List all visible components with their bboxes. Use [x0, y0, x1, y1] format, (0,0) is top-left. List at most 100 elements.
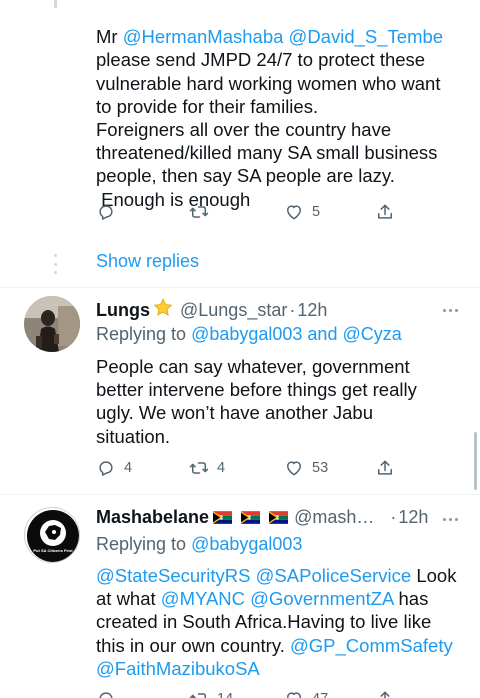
tweet-line: Mr @HermanMashaba @David_S_Tembe — [96, 25, 466, 48]
handle[interactable]: @Lungs_star — [180, 300, 287, 321]
text-span: has — [393, 588, 429, 610]
avatar[interactable]: Put SA Citizens First — [24, 507, 80, 563]
tweet-2-actions: 4 4 53 — [96, 457, 396, 479]
retweet-icon — [189, 693, 206, 698]
retweet-button[interactable]: 14 — [189, 688, 233, 698]
more-icon[interactable] — [443, 309, 458, 312]
scrollbar[interactable] — [474, 432, 477, 490]
separator-dot: · — [390, 507, 397, 527]
like-icon — [287, 461, 301, 476]
mention-link[interactable]: @SAPoliceService — [256, 565, 412, 586]
share-icon — [378, 204, 392, 219]
tweet-2-header: Lungs @Lungs_star · 12h — [96, 297, 327, 323]
thread-connector-line — [54, 0, 57, 8]
retweet-count: 14 — [217, 691, 233, 698]
like-button[interactable]: 53 — [284, 457, 328, 479]
divider — [0, 287, 480, 288]
mention-link[interactable]: @GP_CommSafety — [290, 635, 453, 656]
replying-to-users[interactable]: @babygal003 and @Cyza — [191, 324, 402, 344]
text-span: Foreigners all over the country have — [96, 119, 392, 141]
reply-button[interactable] — [96, 201, 124, 223]
show-replies-link[interactable]: Show replies — [96, 251, 199, 272]
share-button[interactable] — [375, 457, 403, 479]
tweet-line: better intervene before things get reall… — [96, 379, 417, 401]
share-icon — [380, 691, 390, 698]
replying-to-users[interactable]: @babygal003 — [191, 534, 302, 554]
like-button[interactable]: 47 — [284, 688, 328, 698]
reply-icon — [99, 461, 113, 476]
text-span: at what — [96, 588, 161, 610]
like-count: 47 — [312, 691, 328, 698]
text-span: Look — [411, 565, 457, 586]
timestamp[interactable]: 12h — [297, 300, 327, 321]
text-span: people, then say SA people are lazy. — [96, 165, 395, 187]
south-africa-flag — [209, 507, 289, 528]
avatar[interactable] — [24, 296, 80, 352]
share-button[interactable] — [375, 201, 403, 223]
tweet-line: at what @MYANC @GovernmentZA has — [96, 587, 471, 610]
share-button[interactable] — [375, 688, 403, 698]
put-sa-citizens-first-logo — [27, 510, 79, 562]
share-icon — [378, 460, 392, 475]
timestamp[interactable]: 12h — [398, 507, 428, 528]
like-icon — [287, 692, 301, 698]
like-button[interactable]: 5 — [284, 201, 320, 223]
mention-link[interactable]: @MYANC — [161, 588, 245, 609]
lungs-avatar-image — [24, 296, 80, 352]
like-count: 5 — [312, 204, 321, 220]
display-name[interactable]: Lungs — [96, 300, 150, 321]
thread-dots — [52, 254, 58, 274]
tweet-line: ugly. We won’t have another Jabu — [96, 402, 373, 424]
tweet-line: people, then say SA people are lazy. — [96, 164, 466, 187]
separator-dot: · — [289, 299, 296, 320]
tweet-line: this in our own country. @GP_CommSafety — [96, 634, 471, 657]
tweet-line: threatened/killed many SA small business — [96, 141, 466, 164]
text-span: vulnerable hard working women who want — [96, 72, 441, 94]
text-span: created in South Africa.Having to live l… — [96, 611, 432, 633]
tweet-line: situation. — [96, 425, 171, 447]
mention-link[interactable]: @FaithMazibukoSA — [96, 658, 260, 679]
divider — [0, 494, 480, 495]
tweet-3-actions: 14 47 — [96, 688, 396, 698]
tweet-line: @StateSecurityRS @SAPoliceService Look — [96, 564, 471, 587]
tweet-3-text: @StateSecurityRS @SAPoliceService Look at… — [96, 564, 471, 680]
mention-link[interactable]: @HermanMashaba — [123, 26, 284, 47]
tweet-line: @FaithMazibukoSA — [96, 657, 471, 680]
star-emoji — [152, 297, 174, 323]
mention-link[interactable]: @David_S_Tembe — [289, 26, 444, 47]
tweet-1-actions: 5 — [96, 201, 396, 223]
retweet-count: 4 — [217, 460, 226, 476]
retweet-button[interactable] — [189, 201, 217, 223]
replying-to-prefix: Replying to — [96, 324, 192, 344]
tweet-line: vulnerable hard working women who want — [96, 72, 466, 95]
retweet-button[interactable]: 4 — [189, 457, 225, 479]
replying-to-prefix: Replying to — [96, 534, 192, 554]
retweet-icon — [189, 462, 209, 474]
reply-icon — [99, 205, 113, 220]
reply-button[interactable]: 4 — [96, 457, 132, 479]
tweet-line: People can say whatever, government — [96, 356, 410, 377]
text-span: threatened/killed many SA small business — [96, 142, 438, 164]
reply-icon — [99, 692, 113, 698]
reply-button[interactable] — [96, 688, 124, 698]
text-span: please send JMPD 24/7 to protect these — [96, 49, 426, 71]
tweet-3-header: Mashabelane @mash… · 12h — [96, 507, 428, 528]
text-span: Mr — [96, 26, 123, 48]
mention-link[interactable]: @GovernmentZA — [250, 588, 393, 609]
tweet-line: please send JMPD 24/7 to protect these — [96, 48, 466, 71]
tweet-line: Foreigners all over the country have — [96, 118, 466, 141]
tweet-1-text: Mr @HermanMashaba @David_S_Tembe please s… — [96, 2, 466, 234]
like-count: 53 — [312, 460, 329, 476]
replying-to: Replying to @babygal003 — [96, 534, 302, 555]
text-span: this in our own country. — [96, 634, 290, 656]
reply-count: 4 — [124, 460, 133, 476]
retweet-icon — [189, 206, 209, 218]
tweet-2-text: People can say whatever, government bett… — [96, 355, 466, 448]
mention-link[interactable]: @StateSecurityRS — [96, 565, 251, 586]
tweet-line: created in South Africa.Having to live l… — [96, 610, 471, 633]
handle[interactable]: @mash… — [294, 507, 374, 528]
text-span: to provide for their families. — [96, 95, 319, 117]
like-icon — [287, 205, 301, 220]
more-icon[interactable] — [443, 518, 458, 521]
display-name[interactable]: Mashabelane — [96, 507, 209, 528]
